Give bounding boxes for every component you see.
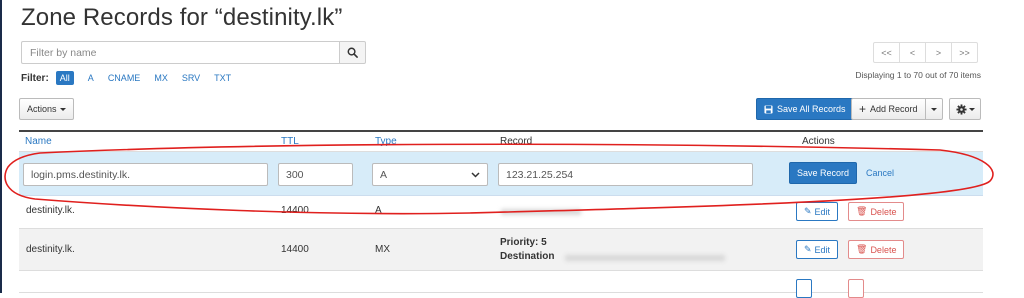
- edit-label: Edit: [814, 206, 831, 217]
- redacted-value: [565, 255, 725, 261]
- delete-label: Delete: [870, 206, 897, 217]
- save-all-records-button[interactable]: Save All Records: [756, 98, 854, 120]
- edit-button[interactable]: ✎ Edit: [796, 202, 839, 221]
- redacted-value: [501, 209, 581, 215]
- caret-down-icon: [59, 107, 66, 111]
- record-name-field[interactable]: login.pms.destinity.lk.: [23, 163, 268, 186]
- save-all-label: Save All Records: [777, 104, 846, 114]
- mx-destination-label: Destination: [500, 251, 555, 262]
- search-button[interactable]: [339, 41, 366, 64]
- left-rail: [0, 0, 2, 293]
- table-row: destinity.lk. 14400 MX Priority: 5 Desti…: [19, 229, 983, 271]
- actions-dropdown[interactable]: Actions: [19, 98, 74, 120]
- delete-button[interactable]: 🗑 Delete: [848, 240, 905, 259]
- trash-icon: 🗑: [856, 206, 868, 216]
- record-type: A: [375, 205, 382, 216]
- add-record-label: Add Record: [870, 104, 918, 114]
- record-type: MX: [375, 244, 390, 255]
- edit-record-row: login.pms.destinity.lk. 300 A 123.21.25.…: [19, 152, 983, 196]
- type-column-header[interactable]: Type: [375, 136, 397, 147]
- display-count: Displaying 1 to 70 out of 70 items: [855, 70, 981, 80]
- trash-icon: 🗑: [856, 244, 868, 254]
- pagination: << < > >>: [873, 42, 978, 63]
- next-page-button[interactable]: >: [925, 42, 952, 63]
- gear-icon: [955, 103, 967, 115]
- caret-down-icon: [930, 107, 937, 111]
- record-column-header: Record: [500, 136, 533, 147]
- table-row: destinity.lk. 14400 A ✎ Edit 🗑 Delete: [19, 196, 983, 229]
- pencil-icon: ✎: [804, 244, 812, 254]
- cancel-link[interactable]: Cancel: [866, 168, 894, 178]
- filter-label: Filter:: [21, 72, 49, 84]
- filter-box: [21, 41, 366, 64]
- page-title: Zone Records for “destinity.lk”: [21, 4, 343, 31]
- settings-dropdown[interactable]: [949, 98, 981, 120]
- caret-down-icon: [968, 107, 975, 111]
- record-name: destinity.lk.: [26, 244, 75, 255]
- prev-page-button[interactable]: <: [899, 42, 926, 63]
- filter-input[interactable]: [21, 41, 339, 64]
- filter-srv[interactable]: SRV: [182, 73, 200, 83]
- first-page-button[interactable]: <<: [873, 42, 900, 63]
- save-record-button[interactable]: Save Record: [789, 162, 858, 184]
- record-ttl-field[interactable]: 300: [278, 163, 353, 186]
- record-value-field[interactable]: 123.21.25.254: [498, 163, 753, 186]
- type-filter-row: Filter: All A CNAME MX SRV TXT: [21, 71, 245, 85]
- edit-button[interactable]: [796, 279, 812, 298]
- last-page-button[interactable]: >>: [951, 42, 978, 63]
- save-icon: [764, 104, 773, 114]
- search-icon: [347, 47, 358, 58]
- add-record-group: + Add Record: [851, 98, 943, 120]
- add-record-button[interactable]: + Add Record: [851, 98, 926, 120]
- actions-column-header: Actions: [802, 136, 835, 147]
- filter-mx[interactable]: MX: [154, 73, 168, 83]
- delete-button[interactable]: [848, 279, 864, 298]
- pencil-icon: ✎: [804, 206, 812, 216]
- edit-button[interactable]: ✎ Edit: [796, 240, 839, 259]
- filter-cname[interactable]: CNAME: [108, 73, 141, 83]
- plus-icon: +: [859, 102, 867, 116]
- record-ttl: 14400: [281, 244, 309, 255]
- record-type-value: A: [380, 168, 388, 181]
- table-header: Name TTL Type Record Actions: [19, 130, 983, 152]
- table-row: [19, 271, 983, 298]
- record-name: destinity.lk.: [26, 205, 75, 216]
- edit-label: Edit: [814, 244, 831, 255]
- name-column-header[interactable]: Name: [25, 136, 52, 147]
- actions-label: Actions: [27, 104, 57, 114]
- mx-priority: Priority: 5: [500, 237, 547, 248]
- filter-a[interactable]: A: [88, 73, 94, 83]
- chevron-down-icon: [471, 171, 480, 178]
- filter-txt[interactable]: TXT: [214, 73, 231, 83]
- record-type-select[interactable]: A: [372, 163, 488, 186]
- delete-button[interactable]: 🗑 Delete: [848, 202, 905, 221]
- filter-all[interactable]: All: [55, 71, 74, 85]
- record-ttl: 14400: [281, 205, 309, 216]
- add-record-menu-toggle[interactable]: [925, 98, 943, 120]
- delete-label: Delete: [870, 244, 897, 255]
- ttl-column-header[interactable]: TTL: [281, 136, 299, 147]
